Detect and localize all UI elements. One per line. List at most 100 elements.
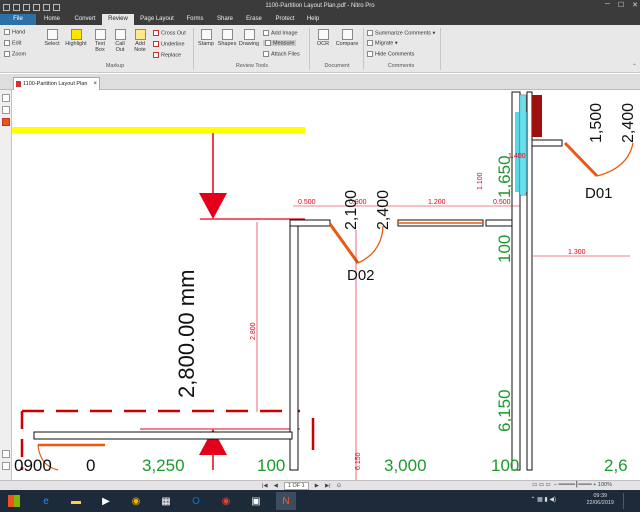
- pencil-icon: [243, 29, 255, 40]
- ribbon-separator: [363, 28, 364, 70]
- internet-explorer-icon[interactable]: e: [36, 492, 56, 510]
- dim-1650: 1,650: [495, 155, 514, 198]
- dim-6150-big: 6,150: [495, 389, 514, 432]
- edit-tool[interactable]: Edit: [4, 40, 21, 46]
- note-icon: [134, 29, 146, 40]
- dim-2100: 2,100: [343, 190, 360, 230]
- shapes-button[interactable]: Shapes: [217, 29, 237, 47]
- bottom-dim-3250: 3,250: [142, 456, 185, 475]
- play-button[interactable]: ⊙: [337, 483, 342, 489]
- door-swing-d01: [596, 142, 634, 177]
- document-tab[interactable]: 1100-Partition Layout Plan ×: [13, 77, 100, 90]
- first-page-button[interactable]: |◀: [262, 483, 268, 489]
- bookmarks-panel-icon[interactable]: [2, 106, 10, 114]
- hide-comments-button[interactable]: Hide Comments: [367, 51, 414, 57]
- replace-icon: [153, 52, 159, 58]
- glass-panel: [520, 95, 526, 195]
- call-out-button[interactable]: Call Out: [112, 29, 128, 53]
- close-tab-icon[interactable]: ×: [93, 78, 97, 90]
- left-side-panel: [0, 90, 12, 480]
- show-desktop-button[interactable]: [623, 493, 637, 509]
- last-page-button[interactable]: ▶|: [325, 483, 331, 489]
- ribbon-separator: [309, 28, 310, 70]
- ruler-icon: [265, 40, 271, 46]
- start-button[interactable]: [4, 492, 24, 510]
- underline-button[interactable]: Underline: [153, 41, 185, 47]
- door-label-d01: D01: [585, 185, 613, 202]
- media-player-icon[interactable]: ▶: [96, 492, 116, 510]
- tab-forms[interactable]: Forms: [180, 14, 210, 25]
- tab-home[interactable]: Home: [36, 14, 68, 25]
- hand-tool[interactable]: Hand: [4, 29, 25, 35]
- bottom-dim-3000: 3,000: [384, 456, 427, 475]
- tab-help[interactable]: Help: [302, 14, 324, 25]
- stamp-button[interactable]: Stamp: [197, 29, 215, 47]
- attach-files-button[interactable]: Attach Files: [263, 51, 300, 57]
- group-review-tools: Review Tools: [235, 63, 269, 69]
- add-image-button[interactable]: Add Image: [263, 30, 298, 36]
- previous-page-button[interactable]: ◀: [274, 483, 278, 489]
- tab-page-layout[interactable]: Page Layout: [134, 14, 180, 25]
- column: [532, 95, 542, 137]
- compare-button[interactable]: Compare: [334, 29, 360, 47]
- ocr-button[interactable]: OCR: [314, 29, 332, 47]
- tab-review[interactable]: Review: [102, 14, 134, 25]
- tray-chevron-icon[interactable]: ⌃ ▦ ▮ ◀): [530, 496, 556, 503]
- tab-file[interactable]: File: [0, 14, 36, 25]
- ribbon-tabs: File Home Convert Review Page Layout For…: [0, 14, 640, 25]
- close-button[interactable]: ✕: [632, 1, 638, 9]
- image-icon: [263, 30, 269, 36]
- document-canvas[interactable]: 2,800.00 mm 2.800 0.500 0.900 1.200 0.50…: [12, 90, 640, 480]
- next-page-button[interactable]: ▶: [315, 483, 319, 489]
- wall: [526, 91, 533, 471]
- page-navigation: |◀ ◀ 1 OF 1 ▶ ▶| ⊙: [262, 482, 341, 490]
- nitro-pro-icon[interactable]: N: [276, 492, 296, 510]
- app-icon[interactable]: ▣: [246, 492, 266, 510]
- output-panel-icon[interactable]: [2, 450, 10, 458]
- comments-panel-icon[interactable]: [2, 118, 10, 126]
- tab-convert[interactable]: Convert: [68, 14, 102, 25]
- migrate-button[interactable]: Migrate ▾: [367, 40, 398, 46]
- zoom-slider[interactable]: ▭ ▭ ▭ − ━━━━━┃━━━━ + 100%: [532, 482, 612, 488]
- system-clock[interactable]: 09:39 22/06/2019: [586, 493, 614, 507]
- select-button[interactable]: Select: [42, 29, 62, 47]
- add-note-button[interactable]: Add Note: [132, 29, 148, 53]
- wall: [531, 139, 563, 147]
- dim-0500a: 0.500: [298, 199, 316, 206]
- underline-icon: [153, 41, 159, 47]
- maximize-button[interactable]: ☐: [618, 1, 624, 9]
- summarize-comments-button[interactable]: Summarize Comments ▾: [367, 30, 435, 36]
- highlight-button[interactable]: Highlight: [63, 29, 89, 47]
- group-markup: Markup: [105, 63, 125, 69]
- dim-2400a: 2,400: [375, 190, 392, 230]
- attachments-panel-icon[interactable]: [2, 462, 10, 470]
- calculator-icon[interactable]: ▦: [156, 492, 176, 510]
- shapes-icon: [221, 29, 233, 40]
- tab-erase[interactable]: Erase: [240, 14, 268, 25]
- dim-1500: 1,500: [588, 103, 605, 143]
- outlook-icon[interactable]: O: [186, 492, 206, 510]
- floor-plan-drawing: 2,800.00 mm 2.800 0.500 0.900 1.200 0.50…: [12, 91, 637, 480]
- measure-label[interactable]: 2,800.00 mm: [174, 270, 199, 398]
- drawing-button[interactable]: Drawing: [238, 29, 260, 47]
- zoom-tool[interactable]: Zoom: [4, 51, 26, 57]
- minimize-button[interactable]: ─: [605, 1, 610, 9]
- ocr-icon: [317, 29, 329, 40]
- page-number-field[interactable]: 1 OF 1: [283, 482, 309, 490]
- text-box-button[interactable]: Text Box: [92, 29, 108, 53]
- file-explorer-icon[interactable]: ▬: [66, 492, 86, 510]
- dimension-arrow-down: [199, 193, 227, 219]
- summarize-icon: [367, 30, 373, 36]
- measure-button[interactable]: Measure: [263, 40, 297, 47]
- cross-out-button[interactable]: Cross Out: [153, 30, 186, 36]
- replace-button[interactable]: Replace: [153, 52, 181, 58]
- tab-protect[interactable]: Protect: [268, 14, 302, 25]
- pages-panel-icon[interactable]: [2, 94, 10, 102]
- tab-share[interactable]: Share: [210, 14, 240, 25]
- chrome-icon[interactable]: ◉: [126, 492, 146, 510]
- title-bar: 1100-Partition Layout Plan.pdf - Nitro P…: [0, 0, 640, 14]
- chrome-profile-icon[interactable]: ◉: [216, 492, 236, 510]
- collapse-ribbon-icon[interactable]: ⌃: [632, 63, 637, 70]
- highlight-icon: [70, 29, 82, 40]
- cross-out-icon: [153, 30, 159, 36]
